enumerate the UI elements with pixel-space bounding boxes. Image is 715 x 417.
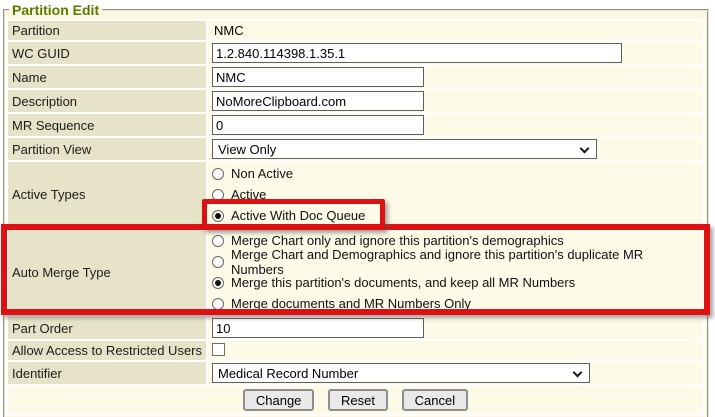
partition-value: NMC xyxy=(212,23,244,38)
identifier-select[interactable]: Medical Record Number xyxy=(212,363,590,383)
row-mr-sequence: MR Sequence xyxy=(8,114,703,136)
radio-icon[interactable] xyxy=(212,168,224,180)
row-description: Description xyxy=(8,90,703,112)
row-part-order: Part Order xyxy=(8,317,703,339)
mr-sequence-label: MR Sequence xyxy=(8,114,206,136)
mr-sequence-input[interactable] xyxy=(212,115,424,135)
partition-edit-page: Partition Edit Partition NMC WC GUID Nam… xyxy=(0,0,715,417)
part-order-input[interactable] xyxy=(212,318,424,338)
identifier-selected-value: Medical Record Number xyxy=(218,366,358,381)
partition-label: Partition xyxy=(8,21,206,40)
chevron-down-icon xyxy=(580,144,590,154)
radio-option-non-active[interactable]: Non Active xyxy=(212,163,699,184)
annotation-box-active-with-doc-queue xyxy=(202,199,385,230)
allow-access-label: Allow Access to Restricted Users xyxy=(8,341,206,360)
change-button[interactable]: Change xyxy=(243,389,315,411)
allow-access-checkbox[interactable] xyxy=(212,343,225,356)
row-wc-guid: WC GUID xyxy=(8,42,703,64)
row-name: Name xyxy=(8,66,703,88)
description-label: Description xyxy=(8,90,206,112)
identifier-label: Identifier xyxy=(8,362,206,384)
row-buttons: Change Reset Cancel xyxy=(8,386,703,414)
reset-button[interactable]: Reset xyxy=(328,389,388,411)
cancel-button[interactable]: Cancel xyxy=(402,389,468,411)
page-title: Partition Edit xyxy=(9,2,102,18)
name-label: Name xyxy=(8,66,206,88)
name-input[interactable] xyxy=(212,67,424,87)
chevron-down-icon xyxy=(573,368,583,378)
row-partition-view: Partition View View Only xyxy=(8,138,703,160)
partition-view-select[interactable]: View Only xyxy=(212,139,597,159)
description-input[interactable] xyxy=(212,91,424,111)
active-types-label: Active Types xyxy=(8,162,206,227)
wc-guid-input[interactable] xyxy=(212,43,622,63)
partition-view-selected-value: View Only xyxy=(218,142,276,157)
row-allow-access: Allow Access to Restricted Users xyxy=(8,341,703,360)
part-order-label: Part Order xyxy=(8,317,206,339)
wc-guid-label: WC GUID xyxy=(8,42,206,64)
annotation-box-auto-merge-type xyxy=(1,224,710,315)
radio-option-label: Non Active xyxy=(231,166,293,181)
partition-view-label: Partition View xyxy=(8,138,206,160)
row-partition: Partition NMC xyxy=(8,21,703,40)
row-identifier: Identifier Medical Record Number xyxy=(8,362,703,384)
